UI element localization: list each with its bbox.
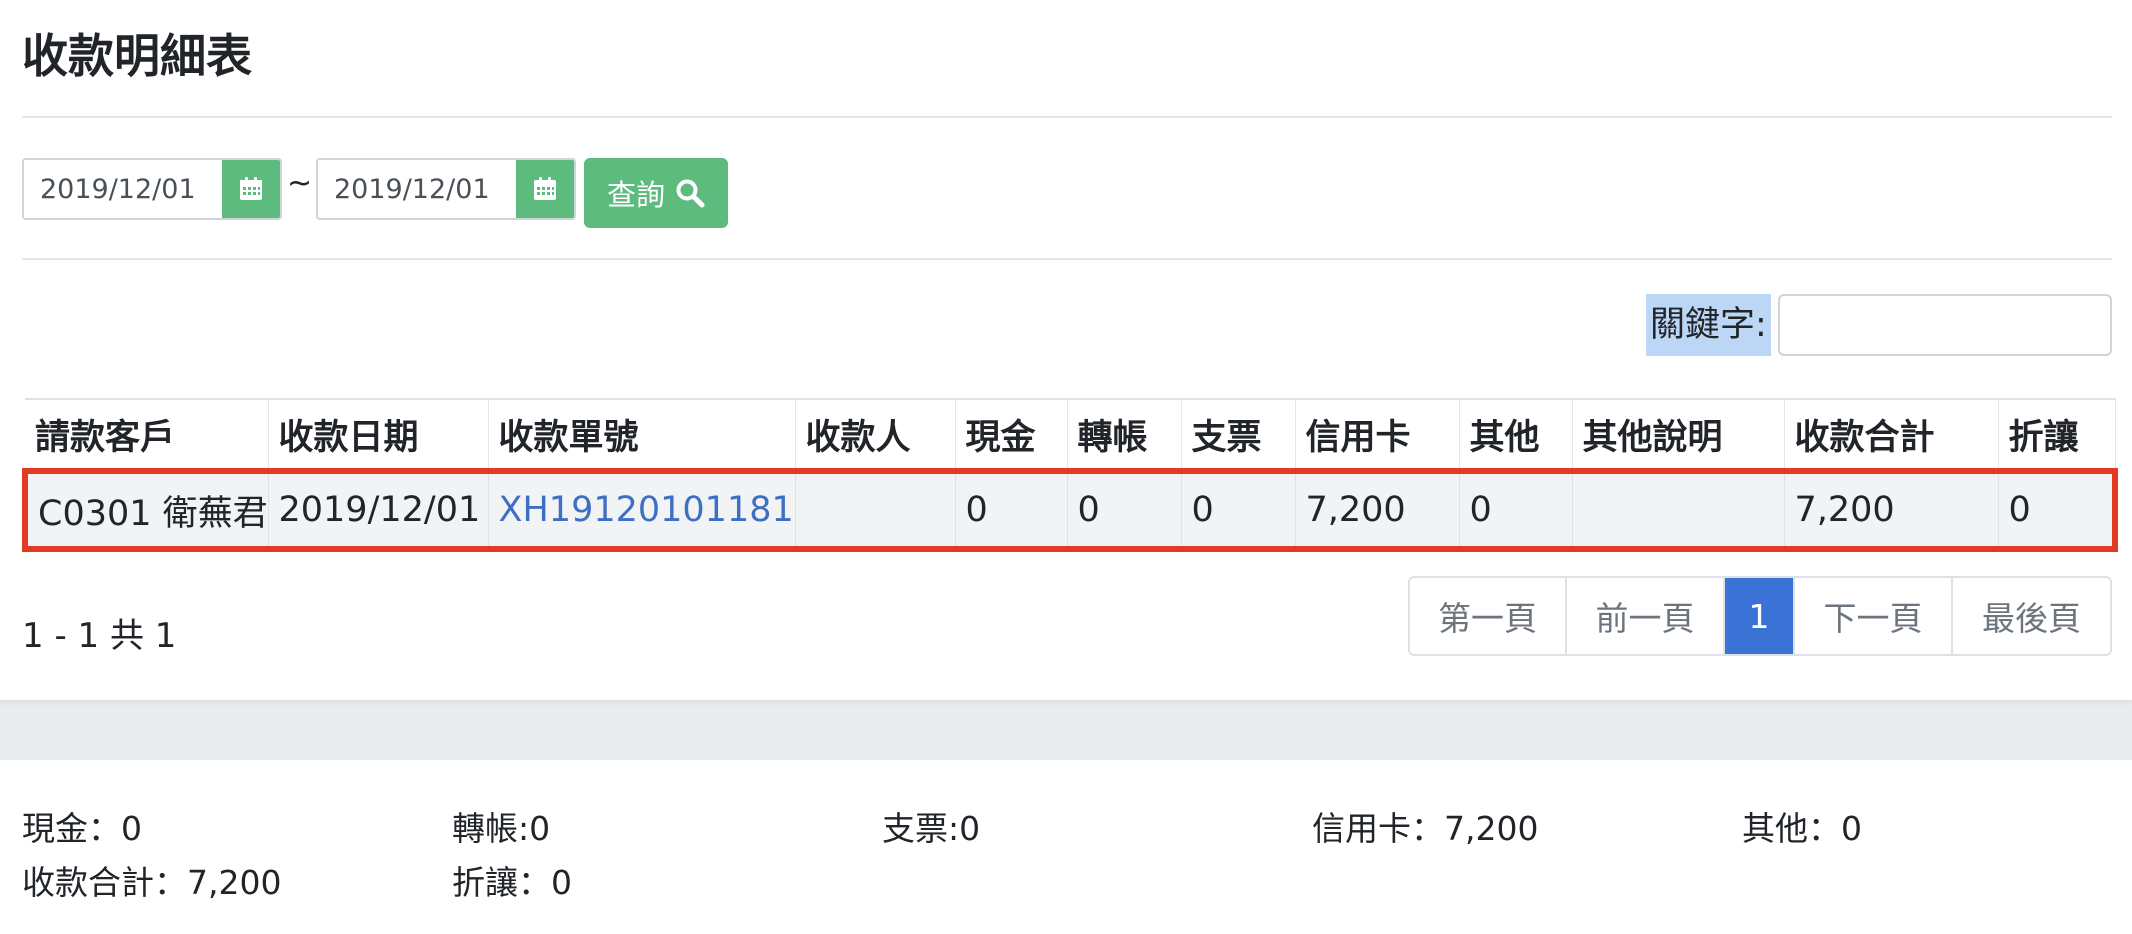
search-button-label: 查詢 [606,178,665,212]
calendar-icon [240,177,262,200]
page-title: 收款明細表 [22,29,252,83]
column-header[interactable]: 收款日期 [268,398,489,473]
total-discount: 折讓：0 [452,863,572,902]
column-header[interactable]: 其他說明 [1572,398,1785,473]
total-credit-card: 信用卡：7,200 [1312,809,1539,848]
column-header[interactable]: 收款人 [795,398,956,473]
column-header[interactable]: 收款合計 [1784,398,1999,473]
column-header[interactable]: 請款客戶 [25,398,269,473]
last-page-button[interactable]: 最後頁 [1953,578,2110,654]
start-date-input[interactable] [24,160,222,218]
receipts-table: 請款客戶 收款日期 收款單號 收款人 現金 轉帳 支票 信用卡 其他 其他說明 … [22,398,2118,552]
cell-check: 0 [1181,468,1296,552]
total-other: 其他：0 [1742,809,1862,848]
keyword-label: 關鍵字: [1646,294,1771,356]
cell-payee [795,468,956,552]
cell-total: 7,200 [1784,468,1999,552]
cell-other-note [1572,468,1785,552]
next-page-button[interactable]: 下一頁 [1795,578,1953,654]
total-cash: 現金：0 [22,809,142,848]
column-header[interactable]: 折讓 [1998,398,2116,473]
cell-date: 2019/12/01 [268,468,489,552]
prev-page-button[interactable]: 前一頁 [1567,578,1725,654]
date-range-separator: ~ [287,166,313,201]
calendar-icon [534,177,556,200]
column-header[interactable]: 現金 [955,398,1068,473]
cell-credit-card: 7,200 [1295,468,1460,552]
cell-customer: C0301 衛蕪君 [22,468,269,552]
column-header[interactable]: 轉帳 [1067,398,1182,473]
cell-discount: 0 [1998,468,2118,552]
cell-transfer: 0 [1067,468,1182,552]
cell-cash: 0 [955,468,1068,552]
column-header[interactable]: 支票 [1181,398,1296,473]
first-page-button[interactable]: 第一頁 [1410,578,1567,654]
divider [22,116,2112,118]
divider [22,258,2112,260]
report-card: 收款明細表 ~ [0,0,2132,700]
current-page-button[interactable]: 1 [1725,578,1795,654]
keyword-input[interactable] [1778,294,2112,356]
column-header[interactable]: 收款單號 [488,398,796,473]
totals-summary: 現金：0 轉帳:0 支票:0 信用卡：7,200 其他：0 收款合計：7,200… [0,760,2132,934]
table-row[interactable]: C0301 衛蕪君 2019/12/01 XH191201011811 0 0 … [22,468,2118,552]
start-date-calendar-button[interactable] [222,160,280,218]
end-date-group [316,158,576,220]
column-header[interactable]: 信用卡 [1295,398,1460,473]
total-check: 支票:0 [882,809,981,848]
end-date-calendar-button[interactable] [516,160,574,218]
total-amount: 收款合計：7,200 [22,863,282,902]
pagination: 第一頁 前一頁 1 下一頁 最後頁 [1408,576,2112,656]
start-date-group [22,158,282,220]
table-header-row: 請款客戶 收款日期 收款單號 收款人 現金 轉帳 支票 信用卡 其他 其他說明 … [25,398,2116,473]
search-button[interactable]: 查詢 [584,158,728,228]
receipt-no-link[interactable]: XH191201011811 [499,490,795,530]
cell-other: 0 [1459,468,1573,552]
end-date-input[interactable] [318,160,516,218]
column-header[interactable]: 其他 [1459,398,1573,473]
cell-receipt-no: XH191201011811 [488,468,796,552]
search-icon [676,179,705,208]
total-transfer: 轉帳:0 [452,809,551,848]
record-count: 1 - 1 共 1 [22,616,177,656]
